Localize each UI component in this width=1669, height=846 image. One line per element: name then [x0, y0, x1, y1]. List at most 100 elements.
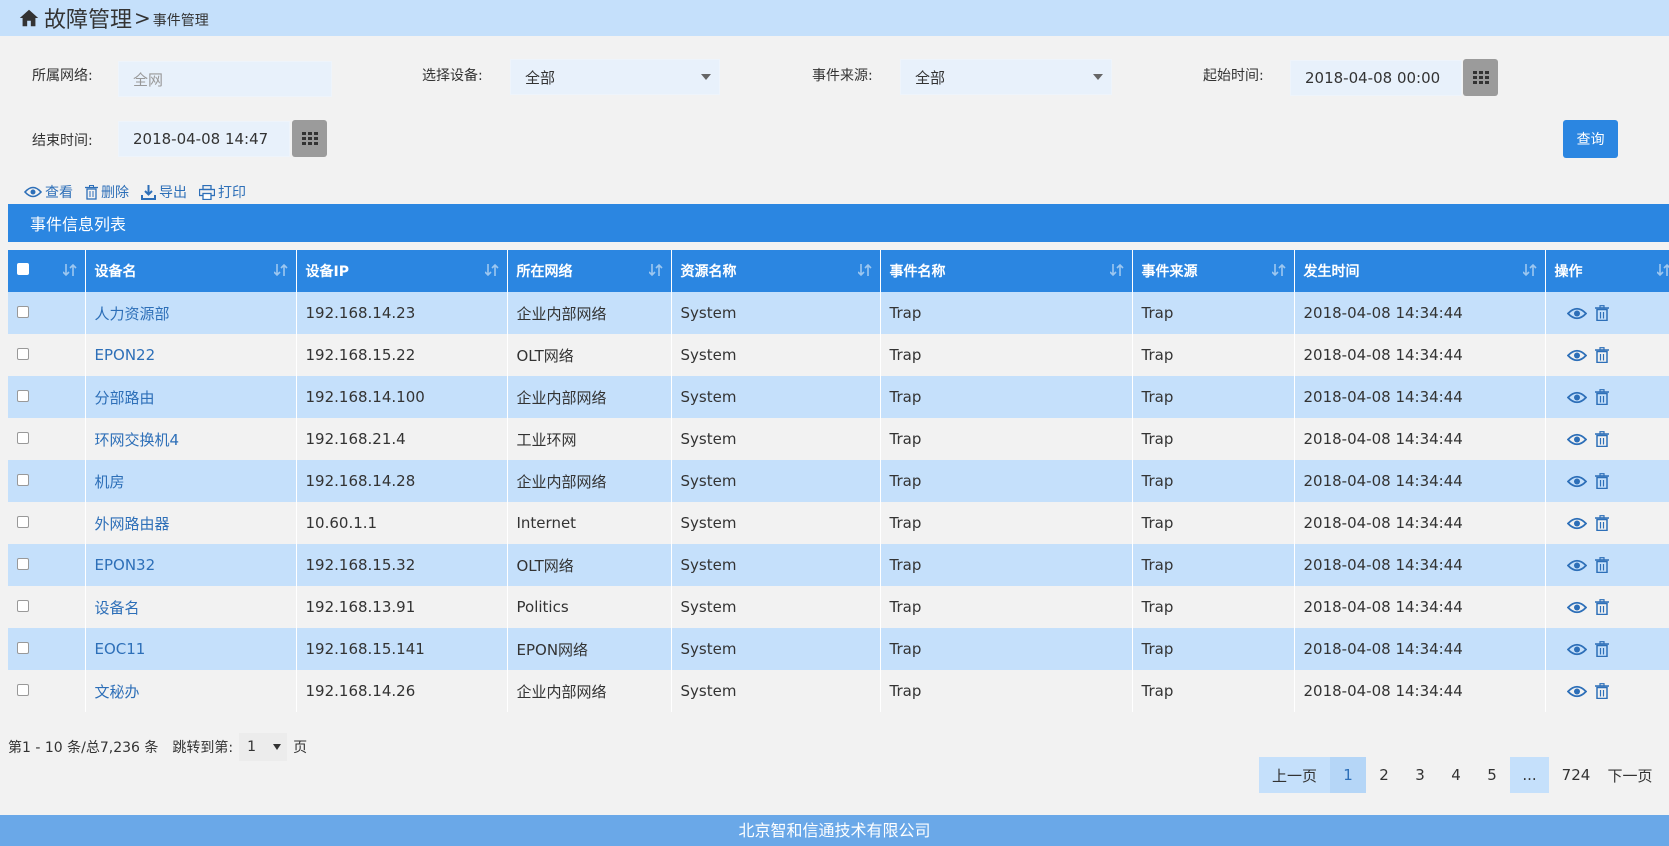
sort-icon[interactable] — [1656, 263, 1669, 277]
row-checkbox[interactable] — [17, 432, 29, 444]
device-name-link[interactable]: 分部路由 — [85, 376, 297, 418]
trash-icon[interactable] — [1594, 599, 1609, 615]
resource-name: System — [671, 586, 881, 628]
end-time-field[interactable]: 2018-04-08 14:47 — [118, 121, 290, 157]
page-last-button[interactable]: 724 — [1549, 757, 1603, 793]
col-device-name[interactable]: 设备名 — [85, 250, 297, 292]
page-1-button[interactable]: 1 — [1330, 757, 1366, 793]
eye-icon[interactable] — [1566, 349, 1587, 362]
table-row[interactable]: EOC11 192.168.15.141 EPON网络 System Trap Trap 2… — [8, 628, 1669, 670]
eye-icon[interactable] — [1566, 307, 1587, 320]
row-checkbox[interactable] — [17, 516, 29, 528]
table-row[interactable]: 分部路由 192.168.14.100 企业内部网络 System Trap Trap 20… — [8, 376, 1669, 418]
eye-icon[interactable] — [1566, 517, 1587, 530]
event-source: Trap — [1132, 334, 1295, 376]
col-actions[interactable]: 操作 — [1545, 250, 1669, 292]
action-toolbar: 查看 删除 导出 打印 — [24, 182, 258, 202]
start-calendar-button[interactable] — [1463, 59, 1498, 96]
sort-icon[interactable] — [484, 263, 499, 277]
trash-icon[interactable] — [1594, 389, 1609, 405]
col-event-name[interactable]: 事件名称 — [880, 250, 1133, 292]
list-title: 事件信息列表 — [8, 204, 1669, 242]
table-row[interactable]: 文秘办 192.168.14.26 企业内部网络 System Trap Trap 2018… — [8, 670, 1669, 712]
trash-icon[interactable] — [1594, 347, 1609, 363]
source-select[interactable]: 全部 — [900, 59, 1112, 95]
device-name-link[interactable]: EOC11 — [85, 628, 297, 670]
row-checkbox[interactable] — [17, 306, 29, 318]
row-checkbox[interactable] — [17, 474, 29, 486]
sort-icon[interactable] — [1109, 263, 1124, 277]
device-name-link[interactable]: EPON32 — [85, 544, 297, 586]
query-button[interactable]: 查询 — [1563, 120, 1618, 158]
export-button[interactable]: 导出 — [141, 182, 187, 202]
source-label: 事件来源: — [812, 68, 873, 84]
table-row[interactable]: 环网交换机4 192.168.21.4 工业环网 System Trap Trap 2018… — [8, 418, 1669, 460]
page-2-button[interactable]: 2 — [1366, 757, 1402, 793]
select-all-checkbox[interactable] — [17, 263, 29, 275]
col-event-source[interactable]: 事件来源 — [1132, 250, 1295, 292]
eye-icon[interactable] — [1566, 391, 1587, 404]
device-name-link[interactable]: 文秘办 — [85, 670, 297, 712]
sort-icon[interactable] — [62, 263, 77, 277]
device-name-link[interactable]: 外网路由器 — [85, 502, 297, 544]
view-button[interactable]: 查看 — [24, 182, 73, 202]
prev-page-button[interactable]: 上一页 — [1259, 757, 1330, 793]
device-name-link[interactable]: 设备名 — [85, 586, 297, 628]
table-row[interactable]: 人力资源部 192.168.14.23 企业内部网络 System Trap Trap 20… — [8, 292, 1669, 334]
end-calendar-button[interactable] — [292, 120, 327, 157]
col-time[interactable]: 发生时间 — [1294, 250, 1546, 292]
network-field[interactable]: 全网 — [118, 61, 332, 97]
trash-icon[interactable] — [1594, 515, 1609, 531]
table-row[interactable]: 设备名 192.168.13.91 Politics System Trap Trap 20… — [8, 586, 1669, 628]
device-name-link[interactable]: EPON22 — [85, 334, 297, 376]
start-time-value: 2018-04-08 00:00 — [1305, 69, 1441, 87]
next-page-button[interactable]: 下一页 — [1603, 757, 1657, 793]
eye-icon[interactable] — [1566, 475, 1587, 488]
trash-icon[interactable] — [1594, 305, 1609, 321]
row-checkbox[interactable] — [17, 684, 29, 696]
eye-icon[interactable] — [1566, 559, 1587, 572]
eye-icon[interactable] — [1566, 433, 1587, 446]
trash-icon[interactable] — [1594, 557, 1609, 573]
table-row[interactable]: EPON32 192.168.15.32 OLT网络 System Trap Trap 20… — [8, 544, 1669, 586]
col-resource[interactable]: 资源名称 — [671, 250, 881, 292]
row-checkbox[interactable] — [17, 558, 29, 570]
device-name-link[interactable]: 人力资源部 — [85, 292, 297, 334]
start-time-field[interactable]: 2018-04-08 00:00 — [1290, 60, 1462, 96]
delete-button[interactable]: 删除 — [85, 182, 129, 202]
sort-icon[interactable] — [1522, 263, 1537, 277]
device-name-link[interactable]: 机房 — [85, 460, 297, 502]
page-5-button[interactable]: 5 — [1474, 757, 1510, 793]
breadcrumb-root[interactable]: 故障管理 — [44, 2, 132, 34]
row-checkbox[interactable] — [17, 348, 29, 360]
jump-page-value: 1 — [247, 739, 257, 755]
table-row[interactable]: EPON22 192.168.15.22 OLT网络 System Trap Trap 20… — [8, 334, 1669, 376]
page-3-button[interactable]: 3 — [1402, 757, 1438, 793]
sort-icon[interactable] — [648, 263, 663, 277]
page-4-button[interactable]: 4 — [1438, 757, 1474, 793]
sort-icon[interactable] — [857, 263, 872, 277]
device-select[interactable]: 全部 — [510, 59, 720, 95]
device-name-link[interactable]: 环网交换机4 — [85, 418, 297, 460]
trash-icon[interactable] — [1594, 683, 1609, 699]
trash-icon[interactable] — [1594, 641, 1609, 657]
col-device-ip[interactable]: 设备IP — [296, 250, 508, 292]
eye-icon[interactable] — [1566, 643, 1587, 656]
row-checkbox[interactable] — [17, 600, 29, 612]
row-checkbox[interactable] — [17, 390, 29, 402]
jump-label: 跳转到第: — [172, 740, 234, 756]
jump-page-select[interactable]: 1 — [239, 733, 288, 761]
table-row[interactable]: 外网路由器 10.60.1.1 Internet System Trap Trap 2018… — [8, 502, 1669, 544]
trash-icon[interactable] — [1594, 431, 1609, 447]
col-label: 发生时间 — [1303, 264, 1360, 280]
eye-icon[interactable] — [1566, 601, 1587, 614]
col-label: 设备IP — [305, 264, 349, 280]
eye-icon[interactable] — [1566, 685, 1587, 698]
row-checkbox[interactable] — [17, 642, 29, 654]
sort-icon[interactable] — [273, 263, 288, 277]
table-row[interactable]: 机房 192.168.14.28 企业内部网络 System Trap Trap 2018-… — [8, 460, 1669, 502]
print-button[interactable]: 打印 — [199, 182, 246, 202]
trash-icon[interactable] — [1594, 473, 1609, 489]
col-network[interactable]: 所在网络 — [507, 250, 672, 292]
sort-icon[interactable] — [1271, 263, 1286, 277]
